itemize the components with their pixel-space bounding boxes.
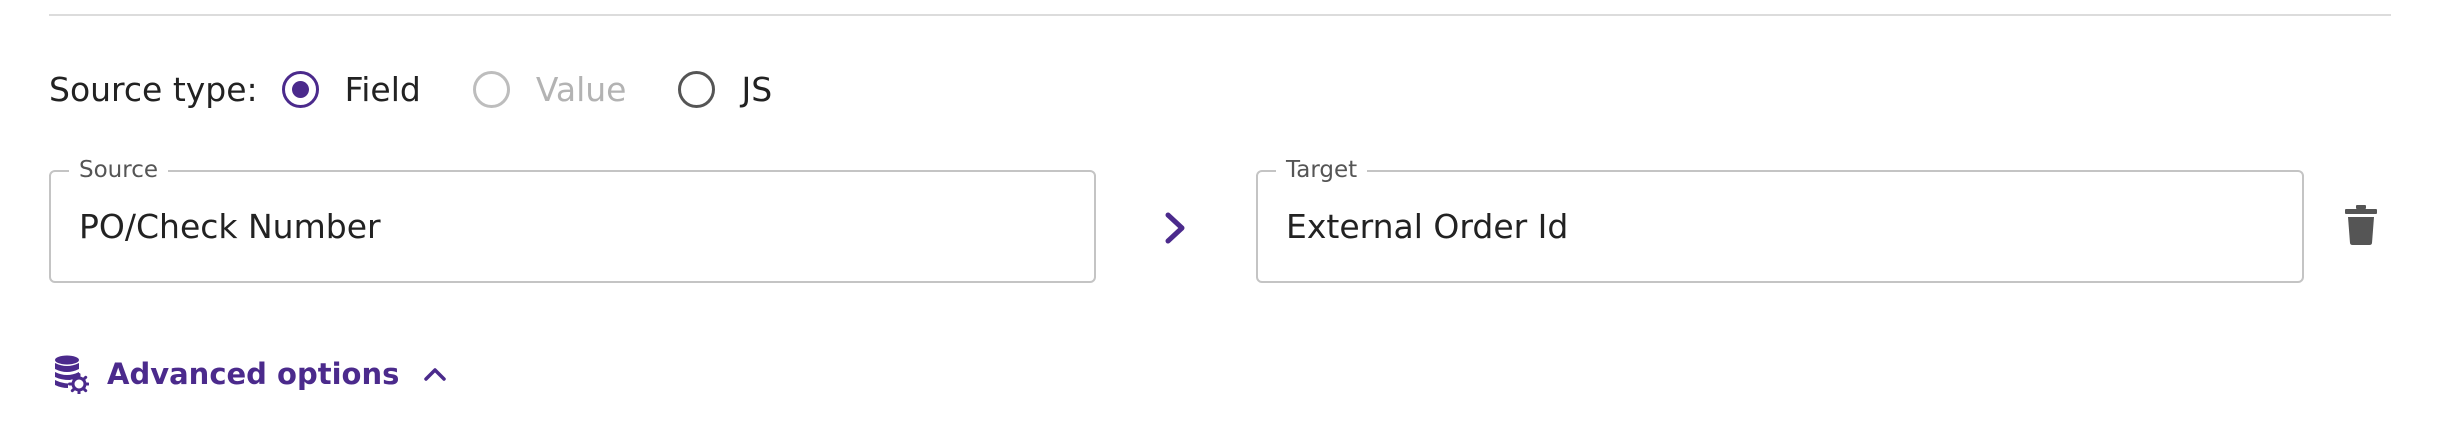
advanced-options-toggle[interactable]: Advanced options — [53, 352, 447, 396]
radio-value-indicator — [472, 70, 510, 108]
chevron-right-icon[interactable] — [1157, 208, 1193, 248]
top-divider — [49, 14, 2391, 16]
source-field[interactable]: Source PO/Check Number — [49, 157, 1096, 283]
target-field[interactable]: Target External Order Id — [1256, 157, 2304, 283]
radio-field-indicator[interactable] — [281, 70, 319, 108]
advanced-options-label[interactable]: Advanced options — [107, 357, 399, 391]
radio-field[interactable]: Field — [281, 69, 421, 109]
radio-js-label: JS — [741, 69, 773, 109]
radio-field-label: Field — [344, 69, 421, 109]
mapping-row-panel: Source type: Field Value JS Source PO/Ch… — [0, 0, 2440, 434]
chevron-up-icon[interactable] — [423, 365, 447, 383]
source-type-group: Source type: Field Value JS — [49, 60, 824, 118]
source-field-value[interactable]: PO/Check Number — [79, 172, 381, 281]
radio-value-label: Value — [535, 69, 627, 109]
database-gear-icon — [55, 355, 89, 394]
target-field-value[interactable]: External Order Id — [1286, 172, 1568, 281]
radio-js[interactable]: JS — [678, 70, 772, 109]
radio-js-indicator[interactable] — [678, 70, 716, 108]
source-type-label: Source type: — [49, 69, 258, 109]
radio-value: Value — [472, 69, 627, 109]
trash-icon[interactable] — [2344, 204, 2378, 246]
